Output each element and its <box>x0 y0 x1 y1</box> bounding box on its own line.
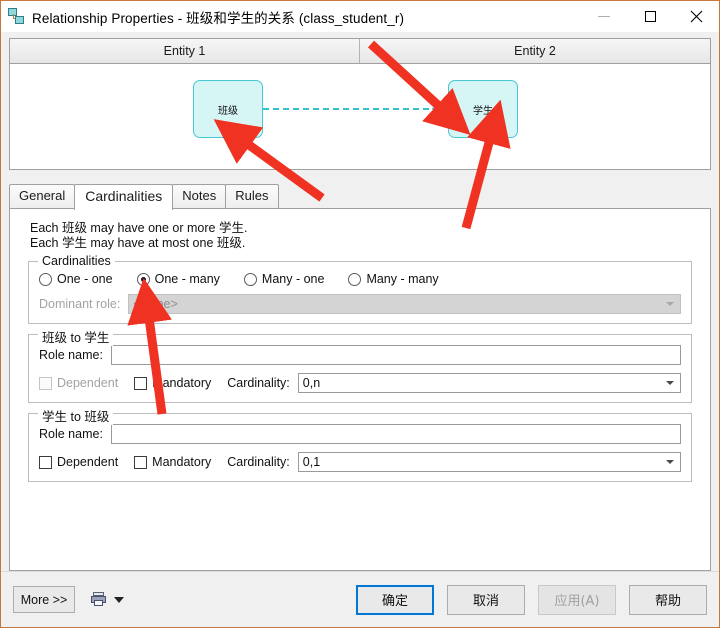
entity1-header: Entity 1 <box>10 39 360 63</box>
cardinalities-tab-page: Each 班级 may have one or more 学生. Each 学生… <box>9 208 711 571</box>
cardinality-radio-row: One - one One - many Many - one Many - m… <box>39 272 681 286</box>
ok-button[interactable]: 确定 <box>356 584 434 615</box>
checkbox-icon <box>39 455 52 469</box>
window-controls <box>581 1 719 32</box>
cardinalities-group: Cardinalities One - one One - many Many … <box>28 254 692 324</box>
tab-general[interactable]: General <box>9 184 76 208</box>
radio-one-many[interactable]: One - many <box>136 272 220 286</box>
checkbox-label: Dependent <box>57 455 119 469</box>
tab-cardinalities[interactable]: Cardinalities <box>74 184 174 210</box>
forward-role-name-label: Role name: <box>39 348 103 362</box>
close-button[interactable] <box>673 1 719 32</box>
radio-label: Many - one <box>261 272 325 286</box>
reverse-options-row: Dependent Mandatory Cardinality: 0,1 <box>39 452 681 472</box>
checkbox-label: Mandatory <box>152 376 212 390</box>
chevron-down-icon <box>666 381 674 385</box>
cancel-button[interactable]: 取消 <box>447 584 525 615</box>
reverse-mandatory-checkbox[interactable]: Mandatory <box>134 455 211 469</box>
forward-options-row: Dependent Mandatory Cardinality: 0,n <box>39 373 681 393</box>
tab-rules[interactable]: Rules <box>225 184 279 208</box>
forward-mandatory-checkbox[interactable]: Mandatory <box>134 376 211 390</box>
radio-label: One - many <box>154 272 220 286</box>
reverse-group-legend: 学生 to 班级 <box>38 406 114 425</box>
reverse-role-name-label: Role name: <box>39 427 103 441</box>
preview-canvas: 班级 学生 <box>10 64 710 169</box>
tab-notes[interactable]: Notes <box>172 184 227 208</box>
forward-role-name-input[interactable] <box>110 345 681 365</box>
window-title: Relationship Properties - 班级和学生的关系 (clas… <box>32 10 405 26</box>
forward-role-name-row: Role name: <box>39 345 681 365</box>
close-icon <box>690 10 702 23</box>
reverse-dependent-checkbox[interactable]: Dependent <box>39 455 118 469</box>
forward-dependent-checkbox[interactable]: Dependent <box>39 376 118 390</box>
radio-label: Many - many <box>366 272 439 286</box>
help-button[interactable]: 帮助 <box>629 584 707 615</box>
radio-icon <box>136 272 150 286</box>
radio-one-one[interactable]: One - one <box>39 272 113 286</box>
reverse-role-group: 学生 to 班级 Role name: Dependent Mandatory … <box>28 406 692 482</box>
dominant-role-row: Dominant role: <None> <box>39 294 681 314</box>
chevron-down-icon <box>666 460 674 464</box>
radio-icon <box>348 272 362 286</box>
checkbox-icon <box>134 376 148 390</box>
description-line-1: Each 班级 may have one or more 学生. <box>30 221 248 235</box>
checkbox-icon <box>39 376 52 390</box>
radio-icon <box>243 272 257 286</box>
maximize-button[interactable] <box>627 1 673 32</box>
dominant-role-value: <None> <box>133 297 178 311</box>
relationship-icon <box>8 7 26 26</box>
radio-icon <box>39 272 52 286</box>
chevron-down-icon[interactable] <box>114 596 124 603</box>
dominant-role-combo[interactable]: <None> <box>128 294 681 314</box>
description-line-2: Each 学生 may have at most one 班级. <box>30 236 246 250</box>
entity-header-bar: Entity 1 Entity 2 <box>10 39 710 64</box>
printer-icon[interactable] <box>91 592 106 607</box>
relationship-preview: Entity 1 Entity 2 班级 学生 <box>9 38 711 170</box>
reverse-role-name-input[interactable] <box>110 424 681 444</box>
tab-strip: General Cardinalities Notes Rules <box>9 184 711 210</box>
entity2-header: Entity 2 <box>360 39 710 63</box>
radio-label: One - one <box>57 272 113 286</box>
relationship-connector <box>263 108 449 110</box>
reverse-cardinality-label: Cardinality: <box>227 455 290 469</box>
forward-cardinality-combo[interactable]: 0,n <box>297 373 681 393</box>
entity-box-class[interactable]: 班级 <box>193 80 263 138</box>
cardinalities-group-legend: Cardinalities <box>38 254 115 268</box>
minimize-button[interactable] <box>581 1 627 32</box>
title-bar: Relationship Properties - 班级和学生的关系 (clas… <box>1 1 719 32</box>
checkbox-label: Mandatory <box>152 455 212 469</box>
reverse-cardinality-value: 0,1 <box>302 455 321 469</box>
more-button[interactable]: More >> <box>13 586 75 613</box>
apply-button[interactable]: 应用(A) <box>538 584 616 615</box>
dialog-footer: More >> 确定 取消 应用(A) 帮助 <box>1 571 719 627</box>
entity-box-student[interactable]: 学生 <box>448 80 518 138</box>
chevron-down-icon <box>666 302 674 306</box>
checkbox-icon <box>134 455 148 469</box>
forward-group-legend: 班级 to 学生 <box>38 327 114 346</box>
checkbox-label: Dependent <box>57 376 119 390</box>
relationship-properties-window: Relationship Properties - 班级和学生的关系 (clas… <box>0 0 720 628</box>
relationship-description: Each 班级 may have one or more 学生. Each 学生… <box>30 221 698 251</box>
forward-cardinality-value: 0,n <box>302 376 321 390</box>
radio-many-one[interactable]: Many - one <box>243 272 325 286</box>
reverse-role-name-row: Role name: <box>39 424 681 444</box>
forward-role-group: 班级 to 学生 Role name: Dependent Mandatory … <box>28 327 692 403</box>
dominant-role-label: Dominant role: <box>39 297 121 311</box>
reverse-cardinality-combo[interactable]: 0,1 <box>297 452 681 472</box>
forward-cardinality-label: Cardinality: <box>227 376 290 390</box>
radio-many-many[interactable]: Many - many <box>348 272 439 286</box>
